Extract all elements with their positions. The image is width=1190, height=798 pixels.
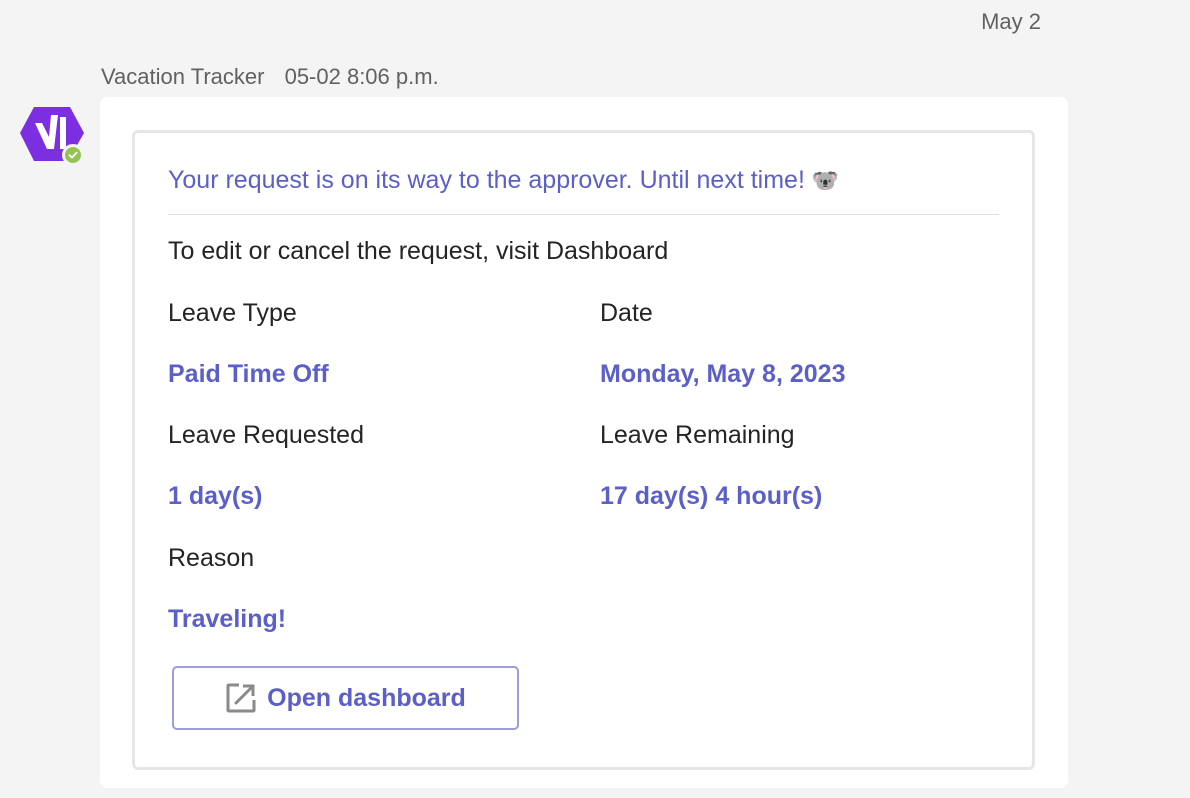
- sender-name[interactable]: Vacation Tracker: [101, 64, 264, 89]
- reason-value: Traveling!: [168, 605, 287, 633]
- open-dashboard-label: Open dashboard: [267, 683, 466, 712]
- open-dashboard-button[interactable]: Open dashboard: [172, 666, 519, 730]
- message-timestamp: 05-02 8:06 p.m.: [284, 64, 439, 89]
- leave-requested-value: 1 day(s): [168, 482, 263, 510]
- card-headline: Your request is on its way to the approv…: [168, 166, 839, 195]
- leave-requested-label: Leave Requested: [168, 421, 364, 449]
- date-divider: May 2: [981, 9, 1041, 34]
- date-label: Date: [600, 299, 653, 327]
- leave-type-label: Leave Type: [168, 299, 297, 327]
- leave-remaining-label: Leave Remaining: [600, 421, 795, 449]
- leave-remaining-value: 17 day(s) 4 hour(s): [600, 482, 823, 510]
- koala-icon: 🐨: [811, 168, 840, 193]
- message-bubble: Your request is on its way to the approv…: [100, 97, 1068, 788]
- reason-label: Reason: [168, 544, 255, 572]
- date-value: Monday, May 8, 2023: [600, 360, 846, 388]
- adaptive-card: Your request is on its way to the approv…: [132, 130, 1035, 770]
- leave-type-value: Paid Time Off: [168, 360, 329, 388]
- card-instructions: To edit or cancel the request, visit Das…: [168, 237, 669, 265]
- card-separator: [168, 214, 999, 215]
- avatar[interactable]: [20, 103, 84, 167]
- open-external-icon: [225, 682, 257, 714]
- message-meta: Vacation Tracker 05-02 8:06 p.m.: [101, 64, 439, 90]
- chat-pane: May 2 Vacation Tracker 05-02 8:06 p.m. Y…: [0, 0, 1190, 798]
- headline-text: Your request is on its way to the approv…: [168, 166, 805, 194]
- presence-available-icon: [62, 144, 84, 166]
